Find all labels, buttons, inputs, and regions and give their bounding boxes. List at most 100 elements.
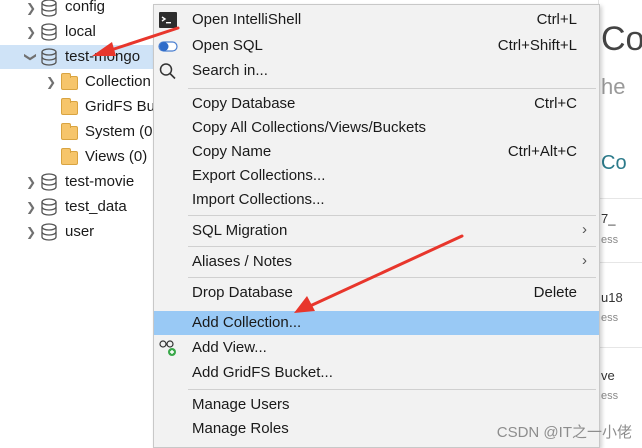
menu-separator bbox=[188, 389, 596, 390]
menu-item-label: SQL Migration bbox=[192, 222, 288, 239]
tree-item-label: local bbox=[65, 23, 96, 40]
tree-item-label: test-mongo bbox=[65, 48, 141, 65]
menu-separator bbox=[188, 246, 596, 247]
menu-item-label: Copy Database bbox=[192, 95, 296, 112]
terminal-icon bbox=[159, 12, 177, 28]
connection-tree: ❯ config ❯ local ❯ test-mongo ❯ Collecti… bbox=[0, 0, 160, 448]
tree-item-gridfs[interactable]: GridFS Bu bbox=[0, 95, 160, 119]
collection-name[interactable]: 7_ bbox=[601, 211, 615, 226]
tree-item-test-data[interactable]: ❯ test_data bbox=[0, 195, 160, 219]
database-icon bbox=[41, 223, 57, 241]
menu-item-label: Drop Database bbox=[192, 284, 293, 301]
panel-heading: Co bbox=[601, 20, 642, 58]
menu-item-label: Add View... bbox=[192, 339, 267, 356]
menu-separator bbox=[188, 277, 596, 278]
menu-item-import-collections[interactable]: Import Collections... bbox=[154, 188, 599, 212]
tree-item-local[interactable]: ❯ local bbox=[0, 20, 160, 44]
menu-item-open-sql[interactable]: Open SQL Ctrl+Shift+L bbox=[154, 34, 599, 58]
menu-item-label: Import Collections... bbox=[192, 191, 325, 208]
chevron-right-icon[interactable]: ❯ bbox=[24, 200, 38, 214]
database-icon bbox=[41, 0, 57, 17]
main-content-panel: Co he Co 7_ ess u18 ess ve ess bbox=[598, 0, 642, 448]
search-icon bbox=[159, 63, 176, 80]
sql-toggle-icon bbox=[158, 41, 178, 52]
collection-meta: ess bbox=[601, 390, 619, 402]
menu-item-label: Add Collection... bbox=[192, 314, 302, 331]
folder-icon bbox=[61, 98, 78, 115]
add-view-icon bbox=[159, 340, 176, 356]
divider bbox=[599, 262, 642, 263]
tree-item-system[interactable]: System (0 bbox=[0, 120, 160, 144]
database-icon bbox=[41, 198, 57, 216]
section-heading: Co bbox=[601, 152, 627, 174]
database-icon bbox=[41, 173, 57, 191]
menu-item-label: Search in... bbox=[192, 62, 268, 79]
menu-item-open-intellishell[interactable]: Open IntelliShell Ctrl+L bbox=[154, 8, 599, 32]
chevron-down-icon[interactable]: ❯ bbox=[24, 50, 38, 64]
collection-name[interactable]: ve bbox=[601, 368, 615, 383]
menu-item-add-gridfs-bucket[interactable]: Add GridFS Bucket... bbox=[154, 361, 599, 385]
menu-item-label: Manage Roles bbox=[192, 420, 289, 437]
menu-item-shortcut: Ctrl+C bbox=[534, 95, 577, 112]
menu-item-label: Copy All Collections/Views/Buckets bbox=[192, 119, 426, 136]
watermark: CSDN @IT之一小佬 bbox=[496, 424, 632, 441]
submenu-arrow-icon: › bbox=[582, 221, 587, 238]
tree-item-user[interactable]: ❯ user bbox=[0, 220, 160, 244]
tree-item-collections[interactable]: ❯ Collection bbox=[0, 70, 160, 94]
tree-item-label: GridFS Bu bbox=[85, 98, 156, 115]
collection-meta: ess bbox=[601, 234, 619, 246]
tree-item-label: user bbox=[65, 223, 95, 240]
folder-icon bbox=[61, 123, 78, 140]
menu-separator bbox=[188, 88, 596, 89]
tree-item-views[interactable]: Views (0) bbox=[0, 145, 160, 169]
menu-item-manage-users[interactable]: Manage Users bbox=[154, 393, 599, 417]
database-icon bbox=[41, 48, 57, 66]
chevron-right-icon[interactable]: ❯ bbox=[24, 1, 38, 15]
menu-item-sql-migration[interactable]: SQL Migration › bbox=[154, 219, 599, 243]
chevron-right-icon[interactable]: ❯ bbox=[24, 175, 38, 189]
menu-item-aliases-notes[interactable]: Aliases / Notes › bbox=[154, 250, 599, 274]
menu-item-label: Open IntelliShell bbox=[192, 11, 302, 28]
tree-item-label: test_data bbox=[65, 198, 127, 215]
tree-item-test-movie[interactable]: ❯ test-movie bbox=[0, 170, 160, 194]
tree-item-label: System (0 bbox=[85, 123, 153, 140]
menu-item-label: Export Collections... bbox=[192, 167, 326, 184]
chevron-right-icon[interactable]: ❯ bbox=[24, 25, 38, 39]
menu-item-label: Open SQL bbox=[192, 37, 263, 54]
divider bbox=[599, 198, 642, 199]
context-menu: Open IntelliShell Ctrl+L Open SQL Ctrl+S… bbox=[153, 4, 600, 448]
database-icon bbox=[41, 23, 57, 41]
menu-separator bbox=[188, 215, 596, 216]
panel-subheading: he bbox=[601, 74, 626, 99]
collection-name[interactable]: u18 bbox=[601, 290, 623, 305]
menu-item-label: Manage Users bbox=[192, 396, 290, 413]
menu-item-copy-all-collections[interactable]: Copy All Collections/Views/Buckets bbox=[154, 116, 599, 140]
menu-item-copy-name[interactable]: Copy Name Ctrl+Alt+C bbox=[154, 140, 599, 164]
chevron-right-icon[interactable]: ❯ bbox=[24, 225, 38, 239]
menu-item-label: Copy Name bbox=[192, 143, 272, 160]
menu-item-copy-database[interactable]: Copy Database Ctrl+C bbox=[154, 92, 599, 116]
tree-item-label: config bbox=[65, 0, 106, 15]
menu-item-add-collection[interactable]: Add Collection... bbox=[154, 311, 599, 335]
menu-item-label: Aliases / Notes bbox=[192, 253, 293, 270]
menu-item-search-in[interactable]: Search in... bbox=[154, 59, 599, 83]
tree-item-test-mongo[interactable]: ❯ test-mongo bbox=[0, 45, 160, 69]
submenu-arrow-icon: › bbox=[582, 252, 587, 269]
menu-item-add-view[interactable]: Add View... bbox=[154, 336, 599, 360]
chevron-right-icon[interactable]: ❯ bbox=[44, 75, 58, 89]
menu-item-shortcut: Ctrl+L bbox=[536, 11, 577, 28]
menu-item-drop-database[interactable]: Drop Database Delete bbox=[154, 281, 599, 305]
folder-icon bbox=[61, 73, 78, 90]
tree-item-label: Views (0) bbox=[85, 148, 148, 165]
divider bbox=[599, 347, 642, 348]
menu-item-export-collections[interactable]: Export Collections... bbox=[154, 164, 599, 188]
menu-item-shortcut: Ctrl+Shift+L bbox=[497, 37, 577, 54]
folder-icon bbox=[61, 148, 78, 165]
tree-item-label: Collection bbox=[85, 73, 151, 90]
tree-item-label: test-movie bbox=[65, 173, 135, 190]
menu-item-shortcut: Ctrl+Alt+C bbox=[507, 143, 577, 160]
tree-item-config[interactable]: ❯ config bbox=[0, 0, 160, 20]
menu-item-label: Add GridFS Bucket... bbox=[192, 364, 333, 381]
collection-meta: ess bbox=[601, 312, 619, 324]
menu-item-shortcut: Delete bbox=[533, 284, 577, 301]
